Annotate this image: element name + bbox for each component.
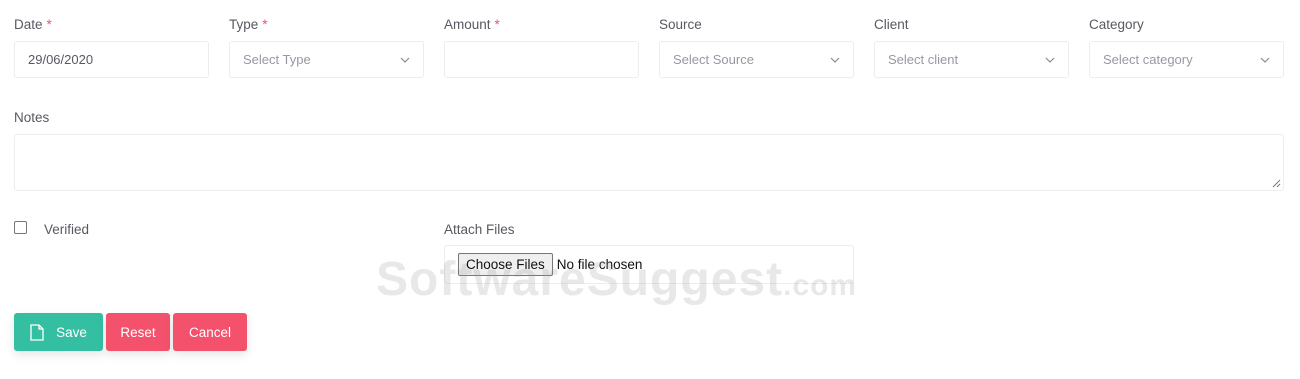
verified-label: Verified [44, 222, 90, 237]
source-label: Source [659, 17, 702, 32]
chevron-down-icon [1260, 57, 1270, 63]
amount-field[interactable] [444, 41, 639, 78]
source-select[interactable]: Select Source [659, 41, 854, 78]
date-value: 29/06/2020 [28, 52, 94, 67]
resize-grip-icon[interactable] [1272, 179, 1281, 188]
cancel-label: Cancel [188, 324, 232, 340]
verified-checkbox[interactable] [14, 221, 27, 234]
client-select[interactable]: Select client [874, 41, 1069, 78]
choose-files-button[interactable]: Choose Files [458, 253, 553, 276]
type-label: Type * [229, 17, 268, 32]
amount-label-text: Amount [444, 17, 491, 32]
chevron-down-icon [1045, 57, 1055, 63]
required-mark: * [46, 17, 52, 32]
category-placeholder: Select category [1103, 52, 1193, 67]
notes-textarea[interactable] [14, 134, 1284, 191]
save-label: Save [56, 324, 87, 340]
type-label-text: Type [229, 17, 259, 32]
required-mark: * [262, 17, 268, 32]
date-label-text: Date [14, 17, 43, 32]
client-label: Client [874, 17, 909, 32]
reset-label: Reset [120, 324, 156, 340]
reset-button[interactable]: Reset [106, 313, 170, 351]
client-placeholder: Select client [888, 52, 959, 67]
category-label: Category [1089, 17, 1144, 32]
date-label: Date * [14, 17, 52, 32]
save-button[interactable]: Save [14, 313, 103, 351]
cancel-button[interactable]: Cancel [173, 313, 247, 351]
amount-label: Amount * [444, 17, 500, 32]
file-input[interactable]: Choose Files No file chosen [444, 245, 854, 284]
notes-label: Notes [14, 110, 50, 125]
attach-files-label: Attach Files [444, 222, 515, 237]
chevron-down-icon [400, 57, 410, 63]
required-mark: * [494, 17, 500, 32]
chevron-down-icon [830, 57, 840, 63]
source-placeholder: Select Source [673, 52, 754, 67]
type-placeholder: Select Type [243, 52, 311, 67]
file-status: No file chosen [556, 257, 643, 272]
type-select[interactable]: Select Type [229, 41, 424, 78]
category-select[interactable]: Select category [1089, 41, 1284, 78]
file-icon [30, 323, 44, 341]
date-field[interactable]: 29/06/2020 [14, 41, 209, 78]
